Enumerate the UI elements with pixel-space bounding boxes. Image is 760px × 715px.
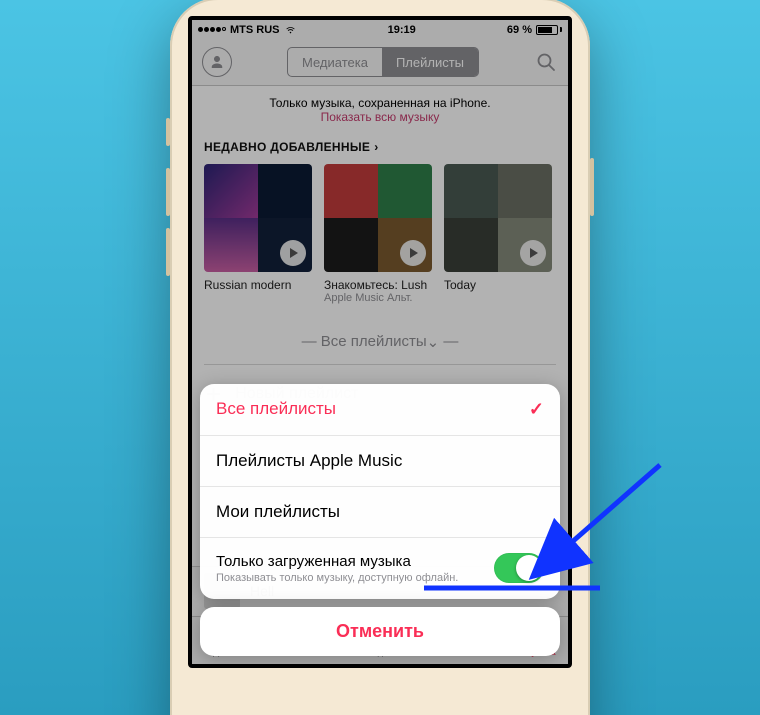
filter-info: Только музыка, сохраненная на iPhone. По…	[192, 86, 568, 136]
sheet-option-downloaded-only[interactable]: Только загруженная музыка Показывать тол…	[200, 537, 560, 599]
segment-playlists[interactable]: Плейлисты	[382, 48, 478, 76]
playlist-card[interactable]: Russian modern	[204, 164, 312, 304]
signal-dots-icon	[198, 27, 226, 32]
phone-side-button	[590, 158, 594, 216]
library-segmented-control[interactable]: Медиатека Плейлисты	[287, 47, 479, 77]
sheet-option-apple-music[interactable]: Плейлисты Apple Music	[200, 435, 560, 486]
play-icon[interactable]	[280, 240, 306, 266]
toggle-knob	[516, 555, 542, 581]
search-icon[interactable]	[534, 50, 558, 74]
checkmark-icon: ✓	[529, 399, 544, 420]
action-sheet-options: Все плейлисты ✓ Плейлисты Apple Music Мо…	[200, 384, 560, 599]
cancel-button[interactable]: Отменить	[200, 607, 560, 656]
nav-bar: Медиатека Плейлисты	[192, 40, 568, 86]
phone-side-button	[166, 118, 170, 146]
all-playlists-dropdown[interactable]: — Все плейлисты ⌄ —	[192, 314, 568, 364]
status-bar: MTS RUS 19:19 69 %	[192, 20, 568, 40]
phone-side-button	[166, 228, 170, 276]
sheet-option-my-playlists[interactable]: Мои плейлисты	[200, 486, 560, 537]
filter-info-text: Только музыка, сохраненная на iPhone.	[200, 96, 560, 110]
all-playlists-label: Все плейлисты	[321, 333, 427, 350]
battery-percent: 69 %	[507, 24, 532, 36]
playlist-card-title: Знакомьтесь: Lush	[324, 278, 432, 292]
playlist-artwork	[204, 164, 312, 272]
recently-added-label: НЕДАВНО ДОБАВЛЕННЫЕ	[204, 140, 370, 154]
phone-screen: MTS RUS 19:19 69 %	[188, 16, 572, 668]
playlist-card[interactable]: Today	[444, 164, 552, 304]
recently-added-header[interactable]: НЕДАВНО ДОБАВЛЕННЫЕ ›	[192, 136, 568, 164]
profile-button[interactable]	[202, 47, 232, 77]
clock: 19:19	[388, 24, 416, 36]
playlist-card-title: Today	[444, 278, 552, 292]
playlist-card-subtitle: Apple Music Альт.	[324, 292, 432, 304]
recently-added-row[interactable]: Russian modern Знакомьтесь: Lush	[192, 164, 568, 314]
chevron-right-icon: ›	[374, 140, 378, 154]
playlist-artwork	[324, 164, 432, 272]
downloaded-only-toggle[interactable]	[494, 553, 544, 583]
play-icon[interactable]	[520, 240, 546, 266]
page-backdrop: MTS RUS 19:19 69 %	[0, 0, 760, 715]
segment-library[interactable]: Медиатека	[288, 48, 382, 76]
battery-icon	[536, 25, 562, 35]
playlist-card-title: Russian modern	[204, 278, 312, 292]
phone-frame: MTS RUS 19:19 69 %	[170, 0, 590, 715]
sheet-option-all-playlists[interactable]: Все плейлисты ✓	[200, 384, 560, 435]
show-all-music-link[interactable]: Показать всю музыку	[321, 110, 440, 124]
playlist-card[interactable]: Знакомьтесь: Lush Apple Music Альт.	[324, 164, 432, 304]
wifi-icon	[284, 25, 297, 35]
sheet-option-subtitle: Показывать только музыку, доступную офла…	[216, 572, 458, 584]
phone-side-button	[166, 168, 170, 216]
action-sheet: Все плейлисты ✓ Плейлисты Apple Music Мо…	[200, 384, 560, 656]
carrier-label: MTS RUS	[230, 24, 280, 36]
sheet-option-label: Мои плейлисты	[216, 502, 340, 522]
playlist-artwork	[444, 164, 552, 272]
sheet-option-label: Все плейлисты	[216, 399, 336, 419]
play-icon[interactable]	[400, 240, 426, 266]
sheet-option-label: Только загруженная музыка	[216, 553, 458, 570]
sheet-option-label: Плейлисты Apple Music	[216, 451, 402, 471]
chevron-down-icon: ⌄	[427, 333, 440, 351]
person-icon	[208, 53, 226, 71]
cancel-label: Отменить	[336, 621, 424, 641]
